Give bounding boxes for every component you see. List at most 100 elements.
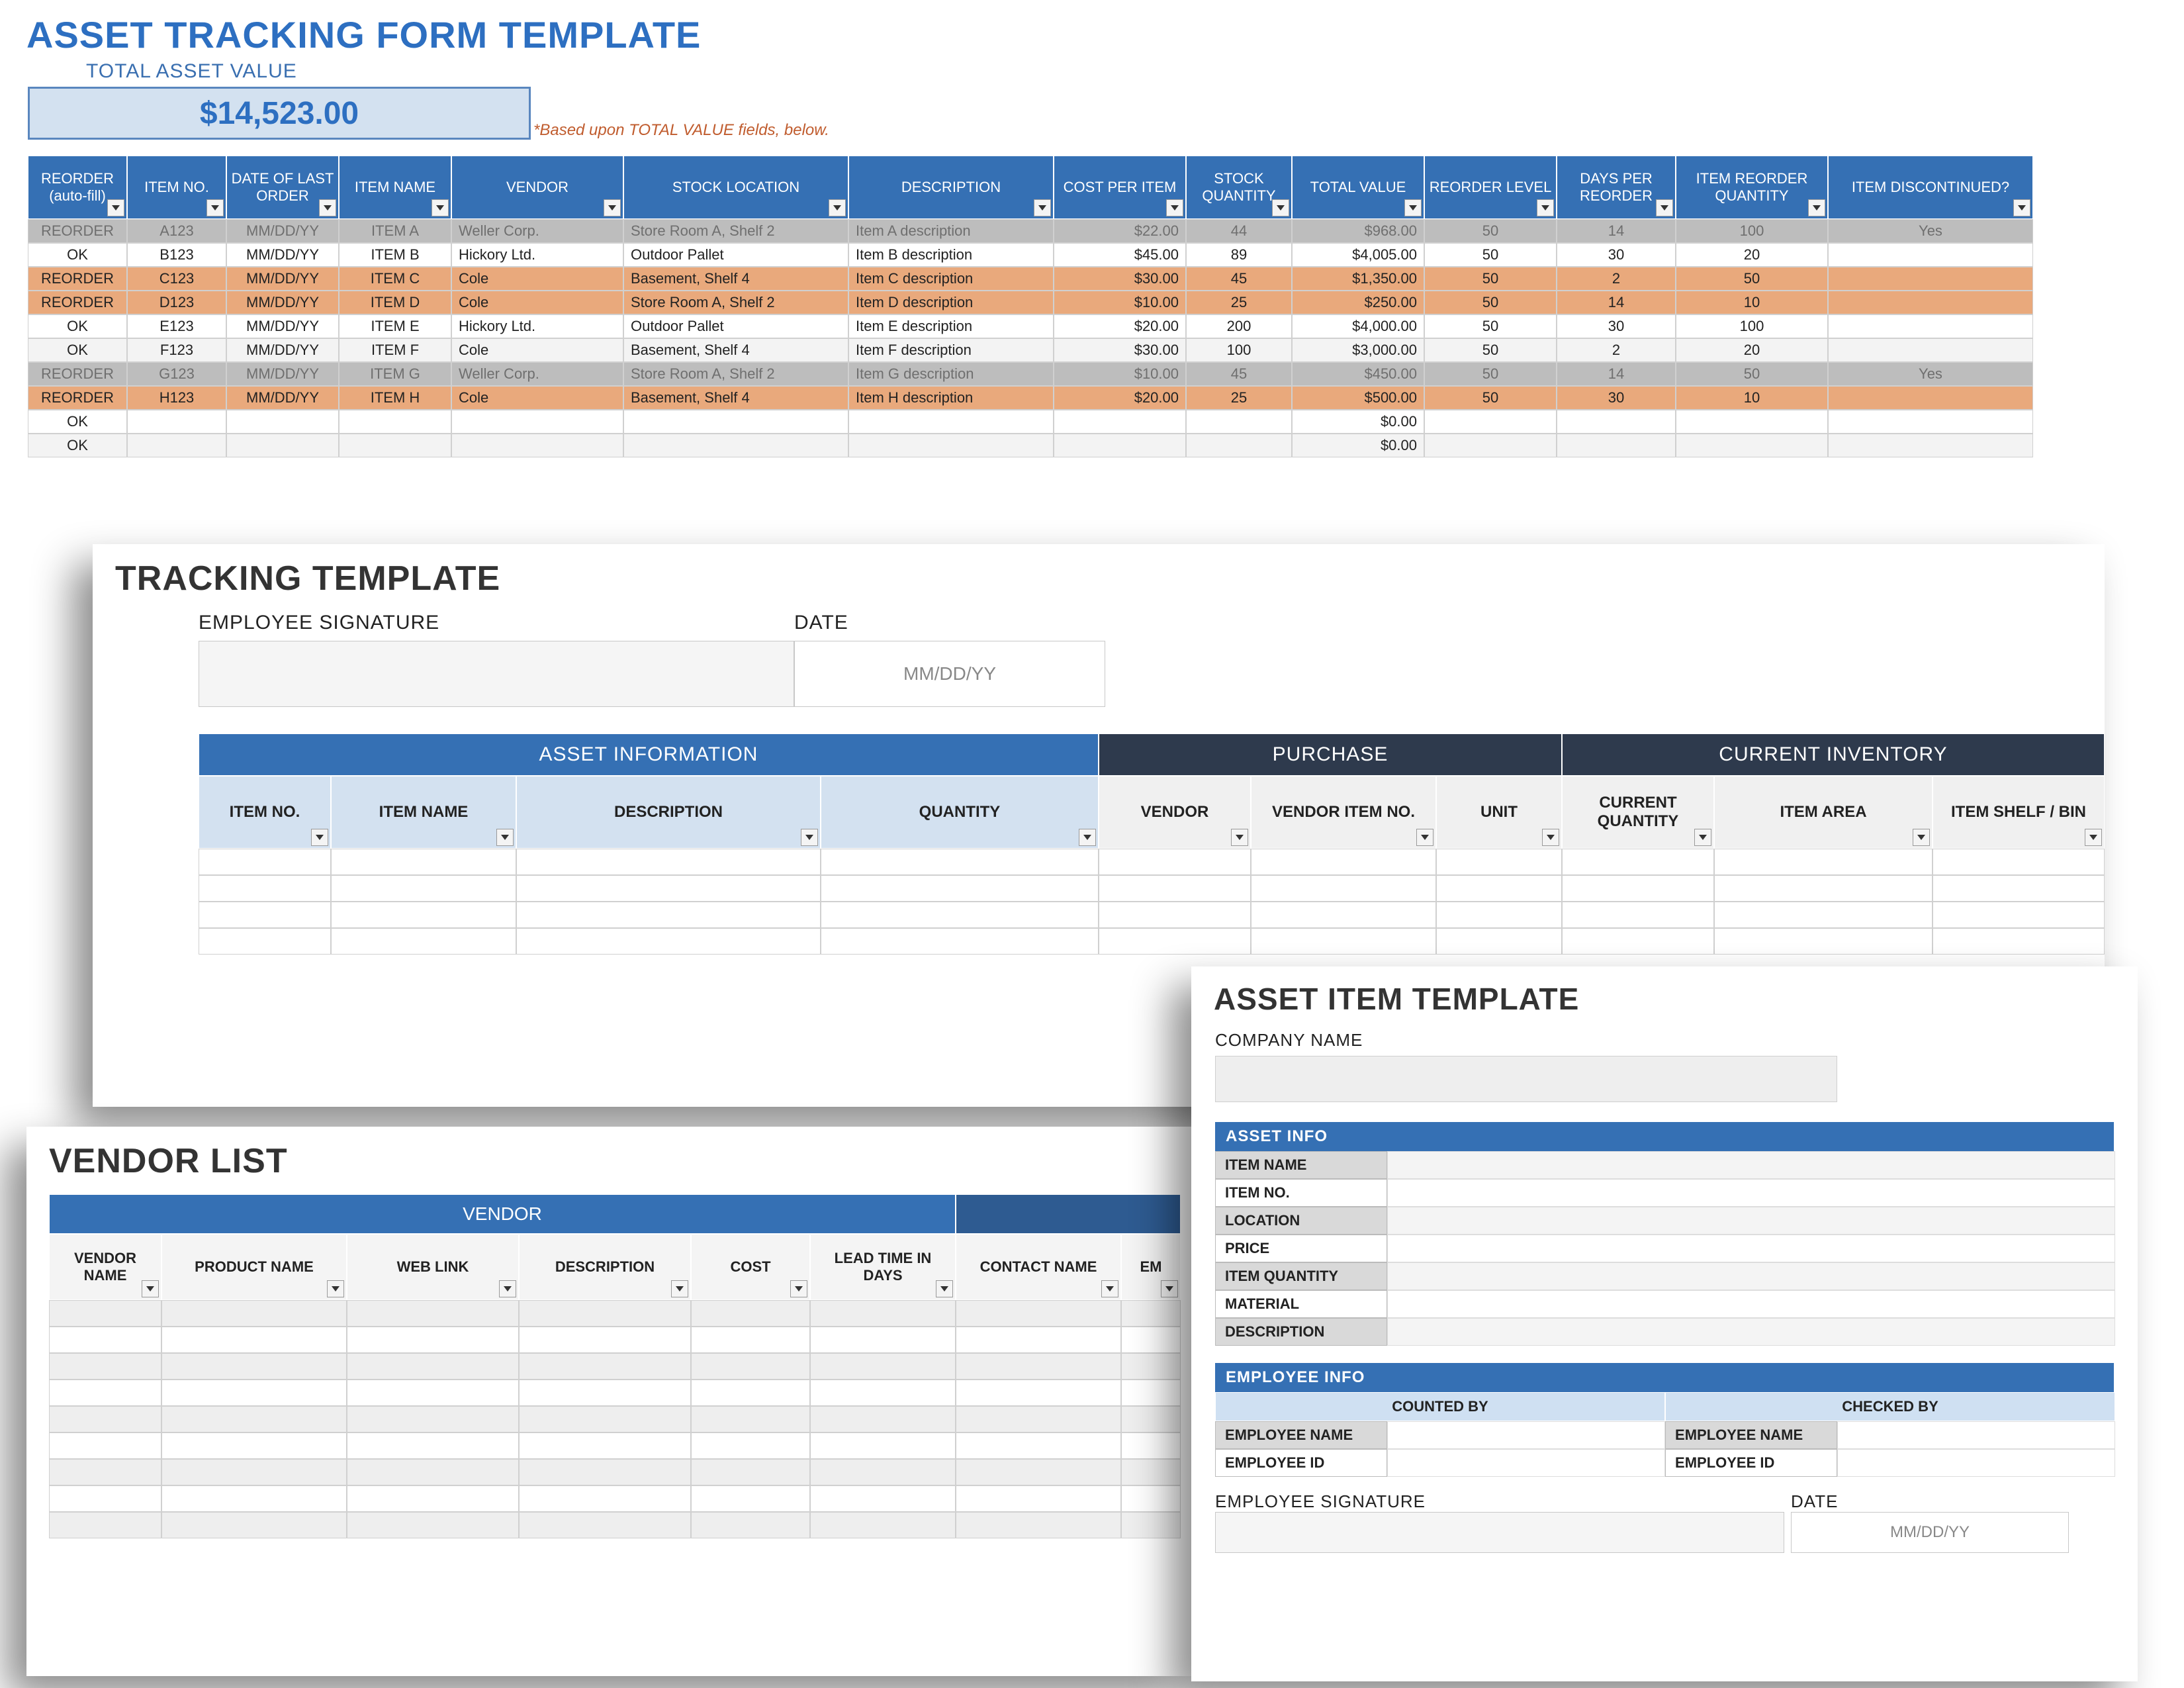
col-header[interactable]: QUANTITY xyxy=(821,776,1099,849)
table-cell[interactable]: $4,005.00 xyxy=(1292,243,1424,267)
table-cell[interactable] xyxy=(1828,386,2033,410)
table-cell[interactable] xyxy=(956,1512,1121,1538)
table-cell[interactable] xyxy=(1099,902,1251,928)
table-cell[interactable]: 100 xyxy=(1186,338,1292,362)
table-cell[interactable] xyxy=(691,1327,810,1353)
table-cell[interactable]: 20 xyxy=(1676,243,1828,267)
table-cell[interactable] xyxy=(516,849,821,875)
table-cell[interactable] xyxy=(1714,928,1933,955)
table-cell[interactable]: 45 xyxy=(1186,362,1292,386)
table-cell[interactable] xyxy=(161,1459,347,1485)
filter-icon[interactable] xyxy=(496,829,514,846)
table-cell[interactable] xyxy=(1436,902,1562,928)
table-cell[interactable] xyxy=(810,1485,956,1512)
table-cell[interactable] xyxy=(199,902,331,928)
table-cell[interactable] xyxy=(956,1300,1121,1327)
table-cell[interactable]: Basement, Shelf 4 xyxy=(623,386,848,410)
table-cell[interactable]: 10 xyxy=(1676,386,1828,410)
table-cell[interactable] xyxy=(161,1380,347,1406)
date-field[interactable]: MM/DD/YY xyxy=(794,641,1105,707)
col-header[interactable]: TOTAL VALUE xyxy=(1292,156,1424,219)
company-field[interactable] xyxy=(1215,1056,1837,1102)
table-cell[interactable]: 20 xyxy=(1676,338,1828,362)
table-cell[interactable]: OK xyxy=(28,410,127,434)
col-header[interactable]: LEAD TIME IN DAYS xyxy=(810,1234,956,1300)
filter-icon[interactable] xyxy=(936,1280,953,1297)
table-cell[interactable] xyxy=(1436,875,1562,902)
table-cell[interactable] xyxy=(1828,410,2033,434)
table-cell[interactable]: 2 xyxy=(1557,267,1676,291)
info-field[interactable] xyxy=(1387,1318,2115,1346)
filter-icon[interactable] xyxy=(1161,1280,1178,1297)
table-cell[interactable] xyxy=(691,1485,810,1512)
table-cell[interactable] xyxy=(1436,928,1562,955)
table-cell[interactable] xyxy=(1054,434,1186,457)
table-cell[interactable] xyxy=(49,1512,161,1538)
table-cell[interactable] xyxy=(226,434,339,457)
table-cell[interactable] xyxy=(956,1353,1121,1380)
table-cell[interactable]: MM/DD/YY xyxy=(226,314,339,338)
table-cell[interactable]: Item H description xyxy=(848,386,1054,410)
table-cell[interactable] xyxy=(347,1300,519,1327)
col-header[interactable]: VENDOR NAME xyxy=(49,1234,161,1300)
table-cell[interactable] xyxy=(810,1353,956,1380)
table-cell[interactable] xyxy=(347,1380,519,1406)
table-cell[interactable] xyxy=(956,1459,1121,1485)
table-cell[interactable] xyxy=(848,410,1054,434)
table-cell[interactable]: 25 xyxy=(1186,386,1292,410)
table-cell[interactable]: 14 xyxy=(1557,362,1676,386)
table-cell[interactable]: $10.00 xyxy=(1054,362,1186,386)
table-cell[interactable] xyxy=(1828,434,2033,457)
table-cell[interactable] xyxy=(1121,1512,1181,1538)
col-header[interactable]: ITEM NAME xyxy=(331,776,516,849)
table-cell[interactable]: Hickory Ltd. xyxy=(451,314,623,338)
table-cell[interactable] xyxy=(1099,928,1251,955)
filter-icon[interactable] xyxy=(671,1280,688,1297)
table-cell[interactable] xyxy=(451,434,623,457)
table-cell[interactable] xyxy=(1828,314,2033,338)
emp-field[interactable] xyxy=(1387,1421,1665,1449)
table-cell[interactable]: Item D description xyxy=(848,291,1054,314)
asset-item-sig-field[interactable] xyxy=(1215,1512,1784,1553)
table-cell[interactable]: $0.00 xyxy=(1292,434,1424,457)
table-cell[interactable]: 14 xyxy=(1557,291,1676,314)
table-cell[interactable] xyxy=(161,1485,347,1512)
col-header[interactable]: DATE OF LAST ORDER xyxy=(226,156,339,219)
table-cell[interactable]: Item F description xyxy=(848,338,1054,362)
table-cell[interactable] xyxy=(821,875,1099,902)
table-cell[interactable] xyxy=(127,434,226,457)
table-cell[interactable]: Store Room A, Shelf 2 xyxy=(623,362,848,386)
filter-icon[interactable] xyxy=(1231,829,1248,846)
table-cell[interactable]: OK xyxy=(28,338,127,362)
table-cell[interactable] xyxy=(1121,1300,1181,1327)
filter-icon[interactable] xyxy=(1537,199,1554,216)
table-cell[interactable] xyxy=(1714,875,1933,902)
table-cell[interactable]: Cole xyxy=(451,338,623,362)
table-cell[interactable] xyxy=(1121,1459,1181,1485)
info-field[interactable] xyxy=(1387,1262,2115,1290)
table-cell[interactable]: 30 xyxy=(1557,386,1676,410)
table-cell[interactable] xyxy=(848,434,1054,457)
filter-icon[interactable] xyxy=(1542,829,1559,846)
col-header[interactable]: PRODUCT NAME xyxy=(161,1234,347,1300)
table-cell[interactable] xyxy=(199,849,331,875)
table-cell[interactable]: C123 xyxy=(127,267,226,291)
table-cell[interactable] xyxy=(516,928,821,955)
table-cell[interactable]: MM/DD/YY xyxy=(226,362,339,386)
table-cell[interactable] xyxy=(451,410,623,434)
table-cell[interactable] xyxy=(1562,902,1714,928)
col-header[interactable]: DESCRIPTION xyxy=(519,1234,691,1300)
table-cell[interactable] xyxy=(1121,1485,1181,1512)
table-cell[interactable]: 10 xyxy=(1676,291,1828,314)
table-cell[interactable]: 50 xyxy=(1424,386,1557,410)
table-cell[interactable]: Yes xyxy=(1828,219,2033,243)
table-cell[interactable]: $968.00 xyxy=(1292,219,1424,243)
col-header[interactable]: DAYS PER REORDER xyxy=(1557,156,1676,219)
filter-icon[interactable] xyxy=(604,199,621,216)
info-field[interactable] xyxy=(1387,1235,2115,1262)
table-cell[interactable]: MM/DD/YY xyxy=(226,267,339,291)
table-cell[interactable]: Item E description xyxy=(848,314,1054,338)
table-cell[interactable]: Hickory Ltd. xyxy=(451,243,623,267)
filter-icon[interactable] xyxy=(1913,829,1930,846)
table-cell[interactable]: ITEM C xyxy=(339,267,451,291)
